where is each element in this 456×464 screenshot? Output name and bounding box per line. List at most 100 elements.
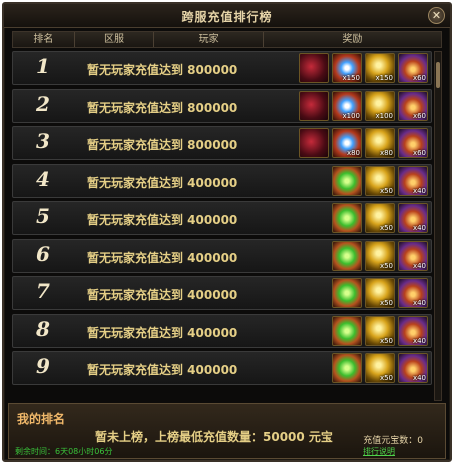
rank-number: 2 xyxy=(36,91,50,116)
rank-number: 5 xyxy=(36,204,50,228)
ranking-window: 跨服充值排行榜 ✕ 排名 区服 玩家 奖励 1 暂无玩家充值达到 800000 x1… xyxy=(2,2,452,462)
green-gem-icon[interactable] xyxy=(332,315,362,346)
item-count: x50 xyxy=(379,261,393,270)
gold-coin-icon[interactable]: x80 xyxy=(365,128,395,158)
item-count: x50 xyxy=(379,374,393,382)
treasure-chest-icon[interactable]: x40 xyxy=(398,203,428,233)
rank-number: 3 xyxy=(36,129,50,153)
gem-icon[interactable]: x100 xyxy=(332,90,362,121)
weapon-icon[interactable] xyxy=(299,53,329,83)
ranking-row: 2 暂无玩家充值达到 800000 x100 x100 x60 xyxy=(12,88,432,123)
scrollbar[interactable] xyxy=(434,51,442,401)
rank-status: 暂无玩家充值达到 400000 xyxy=(87,325,238,340)
ranking-row: 7 暂无玩家充值达到 400000 x50 x40 xyxy=(12,276,432,310)
rank-number: 1 xyxy=(36,54,50,78)
green-gem-icon[interactable] xyxy=(332,203,362,233)
green-gem-icon[interactable] xyxy=(332,353,362,383)
header-reward: 奖励 xyxy=(342,34,363,45)
my-rank-status: 暂未上榜，上榜最低充值数量：50000 元宝 xyxy=(95,430,333,444)
treasure-chest-icon[interactable]: x40 xyxy=(398,353,428,383)
ranking-explain-link[interactable]: 排行说明 xyxy=(363,446,395,457)
item-count: x40 xyxy=(412,261,426,270)
item-count: x100 xyxy=(375,111,393,120)
item-count: x40 xyxy=(412,224,426,232)
rank-number: 4 xyxy=(36,166,50,191)
ranking-row: 1 暂无玩家充值达到 800000 x150 x150 x60 xyxy=(12,51,432,85)
reward-items: x100 x100 x60 xyxy=(299,90,428,121)
treasure-chest-icon[interactable]: x40 xyxy=(398,315,428,346)
reward-items: x50 x40 xyxy=(332,203,428,233)
reward-items: x80 x80 x60 xyxy=(299,128,428,158)
item-count: x40 xyxy=(412,336,426,345)
treasure-chest-icon[interactable]: x40 xyxy=(398,240,428,271)
reward-items: x50 x40 xyxy=(332,315,428,346)
rank-status: 暂无玩家充值达到 400000 xyxy=(87,175,238,190)
item-count: x60 xyxy=(412,149,426,157)
treasure-chest-icon[interactable]: x60 xyxy=(398,53,428,83)
item-count: x60 xyxy=(412,74,426,82)
rank-number: 6 xyxy=(36,241,50,266)
gold-coin-icon[interactable]: x50 xyxy=(365,203,395,233)
reward-items: x50 x40 xyxy=(332,165,428,196)
gem-icon[interactable]: x150 xyxy=(332,53,362,83)
rank-status: 暂无玩家充值达到 800000 xyxy=(87,63,238,77)
reward-items: x50 x40 xyxy=(332,353,428,383)
green-gem-icon[interactable] xyxy=(332,165,362,196)
gold-coin-icon[interactable]: x50 xyxy=(365,278,395,308)
reward-items: x50 x40 xyxy=(332,278,428,308)
ranking-row: 5 暂无玩家充值达到 400000 x50 x40 xyxy=(12,201,432,235)
ranking-row: 8 暂无玩家充值达到 400000 x50 x40 xyxy=(12,313,432,348)
treasure-chest-icon[interactable]: x40 xyxy=(398,278,428,308)
my-rank-title: 我的排名 xyxy=(17,412,66,426)
weapon-icon[interactable] xyxy=(299,128,329,158)
gold-coin-icon[interactable]: x50 xyxy=(365,353,395,383)
rank-status: 暂无玩家充值达到 400000 xyxy=(87,363,238,377)
header-player: 玩家 xyxy=(154,32,264,47)
item-count: x100 xyxy=(342,111,360,120)
item-count: x80 xyxy=(379,149,393,157)
ranking-row: 3 暂无玩家充值达到 800000 x80 x80 x60 xyxy=(12,126,432,160)
item-count: x50 xyxy=(379,224,393,232)
ranking-list[interactable]: 1 暂无玩家充值达到 800000 x150 x150 x60 2 暂无玩家充值达到 800… xyxy=(12,51,432,401)
gold-coin-icon[interactable]: x150 xyxy=(365,53,395,83)
recharge-amount: 充值元宝数：0 xyxy=(363,436,423,446)
green-gem-icon[interactable] xyxy=(332,240,362,271)
my-rank-panel: 我的排名 暂未上榜，上榜最低充值数量：50000 元宝 充值元宝数：0 剩余时间… xyxy=(8,403,446,459)
item-count: x40 xyxy=(412,299,426,307)
gold-coin-icon[interactable]: x50 xyxy=(365,240,395,271)
rank-status: 暂无玩家充值达到 800000 xyxy=(87,138,238,152)
gold-coin-icon[interactable]: x50 xyxy=(365,165,395,196)
rank-number: 7 xyxy=(36,279,50,303)
item-count: x80 xyxy=(346,149,360,157)
ranking-row: 4 暂无玩家充值达到 400000 x50 x40 xyxy=(12,163,432,198)
gold-coin-icon[interactable]: x100 xyxy=(365,90,395,121)
item-count: x40 xyxy=(412,374,426,382)
rank-status: 暂无玩家充值达到 800000 xyxy=(87,100,238,115)
rank-status: 暂无玩家充值达到 400000 xyxy=(87,288,238,302)
reward-items: x150 x150 x60 xyxy=(299,53,428,83)
item-count: x40 xyxy=(412,186,426,195)
item-count: x60 xyxy=(412,111,426,120)
rank-status: 暂无玩家充值达到 400000 xyxy=(87,213,238,227)
item-count: x150 xyxy=(342,74,360,82)
item-count: x50 xyxy=(379,336,393,345)
header-server: 区服 xyxy=(75,32,155,47)
green-gem-icon[interactable] xyxy=(332,278,362,308)
weapon-icon[interactable] xyxy=(299,90,329,121)
gold-coin-icon[interactable]: x50 xyxy=(365,315,395,346)
window-title: 跨服充值排行榜 xyxy=(181,10,273,24)
item-count: x50 xyxy=(379,186,393,195)
item-count: x150 xyxy=(375,74,393,82)
item-count: x50 xyxy=(379,299,393,307)
treasure-chest-icon[interactable]: x40 xyxy=(398,165,428,196)
treasure-chest-icon[interactable]: x60 xyxy=(398,128,428,158)
ranking-row: 6 暂无玩家充值达到 400000 x50 x40 xyxy=(12,238,432,273)
scrollbar-thumb[interactable] xyxy=(436,62,440,88)
ranking-row: 9 暂无玩家充值达到 400000 x50 x40 xyxy=(12,351,432,385)
time-remaining: 剩余时间：6天08小时06分 xyxy=(15,447,113,456)
close-icon[interactable]: ✕ xyxy=(428,7,445,24)
rank-status: 暂无玩家充值达到 400000 xyxy=(87,250,238,265)
treasure-chest-icon[interactable]: x60 xyxy=(398,90,428,121)
gem-icon[interactable]: x80 xyxy=(332,128,362,158)
header-rank: 排名 xyxy=(13,32,75,47)
